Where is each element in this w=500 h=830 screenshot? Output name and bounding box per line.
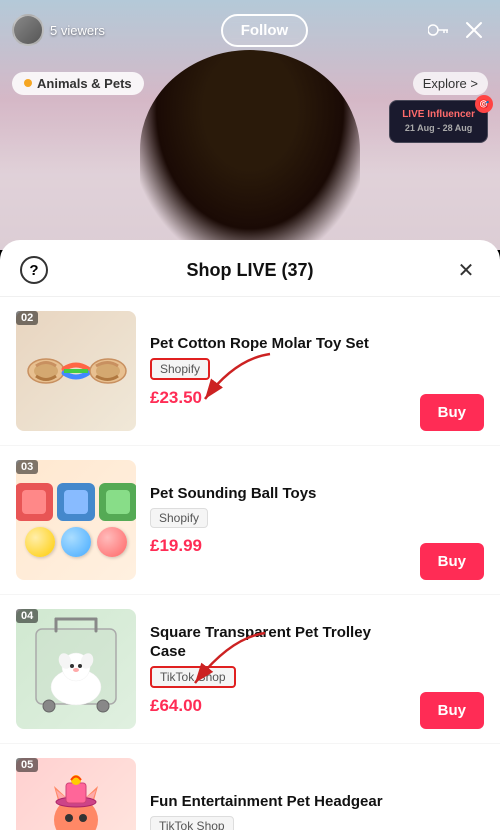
close-sheet-icon[interactable]: ✕: [452, 256, 480, 284]
product-price: £19.99: [150, 536, 410, 556]
product-info: Pet Sounding Ball Toys Shopify £19.99: [150, 484, 410, 556]
close-stream-icon[interactable]: [460, 16, 488, 44]
buy-button[interactable]: Buy: [420, 692, 484, 729]
product-image: [16, 460, 136, 580]
product-name: Pet Cotton Rope Molar Toy Set: [150, 334, 410, 354]
product-name: Pet Sounding Ball Toys: [150, 484, 410, 504]
product-item: 03: [0, 446, 500, 595]
product-item: 05: [0, 744, 500, 830]
follow-button[interactable]: Follow: [221, 14, 309, 47]
product-list: 02: [0, 297, 500, 830]
product-info: Pet Cotton Rope Molar Toy Set Shopify £2…: [150, 334, 410, 408]
live-influencer-badge[interactable]: LIVE Influencer 21 Aug - 28 Aug 🎯: [389, 100, 488, 143]
help-icon[interactable]: ?: [20, 256, 48, 284]
sheet-header: ? Shop LIVE (37) ✕: [0, 240, 500, 297]
top-bar: 5 viewers Follow: [0, 0, 500, 60]
live-badge-title: LIVE Influencer: [402, 109, 475, 120]
product-info: Square Transparent Pet Trolley Case TikT…: [150, 623, 410, 716]
category-bar: Animals & Pets Explore >: [0, 65, 500, 101]
product-item: 02: [0, 297, 500, 446]
shop-tag: TikTok Shop: [150, 666, 236, 688]
item-number: 03: [16, 460, 38, 474]
sheet-title: Shop LIVE (37): [186, 260, 313, 281]
product-info: Fun Entertainment Pet Headgear TikTok Sh…: [150, 792, 484, 830]
item-number: 02: [16, 311, 38, 325]
top-right-icons: [424, 16, 488, 44]
product-image: [16, 609, 136, 729]
shop-live-sheet: ? Shop LIVE (37) ✕ 02: [0, 240, 500, 830]
key-icon: [424, 16, 452, 44]
product-name: Square Transparent Pet Trolley Case: [150, 623, 410, 662]
product-price: £23.50: [150, 388, 410, 408]
product-name: Fun Entertainment Pet Headgear: [150, 792, 484, 812]
category-tag[interactable]: Animals & Pets: [12, 72, 144, 95]
product-image: [16, 311, 136, 431]
item-number: 04: [16, 609, 38, 623]
explore-button[interactable]: Explore >: [413, 72, 488, 95]
shop-tag: Shopify: [150, 358, 210, 380]
product-price: £64.00: [150, 696, 410, 716]
shop-tag: TikTok Shop: [150, 816, 234, 830]
category-label: Animals & Pets: [37, 76, 132, 91]
shop-tag: Shopify: [150, 508, 208, 528]
buy-button[interactable]: Buy: [420, 543, 484, 580]
live-badge-dot: 🎯: [475, 95, 493, 113]
category-dot: [24, 79, 32, 87]
live-badge-dates: 21 Aug - 28 Aug: [405, 123, 472, 133]
buy-button[interactable]: Buy: [420, 394, 484, 431]
viewers-area: 5 viewers: [12, 14, 105, 46]
item-number: 05: [16, 758, 38, 772]
streamer-avatar: [12, 14, 44, 46]
viewers-count: 5 viewers: [50, 23, 105, 38]
live-stream-background: maw.com 5 viewers Follow: [0, 0, 500, 250]
product-item: 04: [0, 595, 500, 744]
